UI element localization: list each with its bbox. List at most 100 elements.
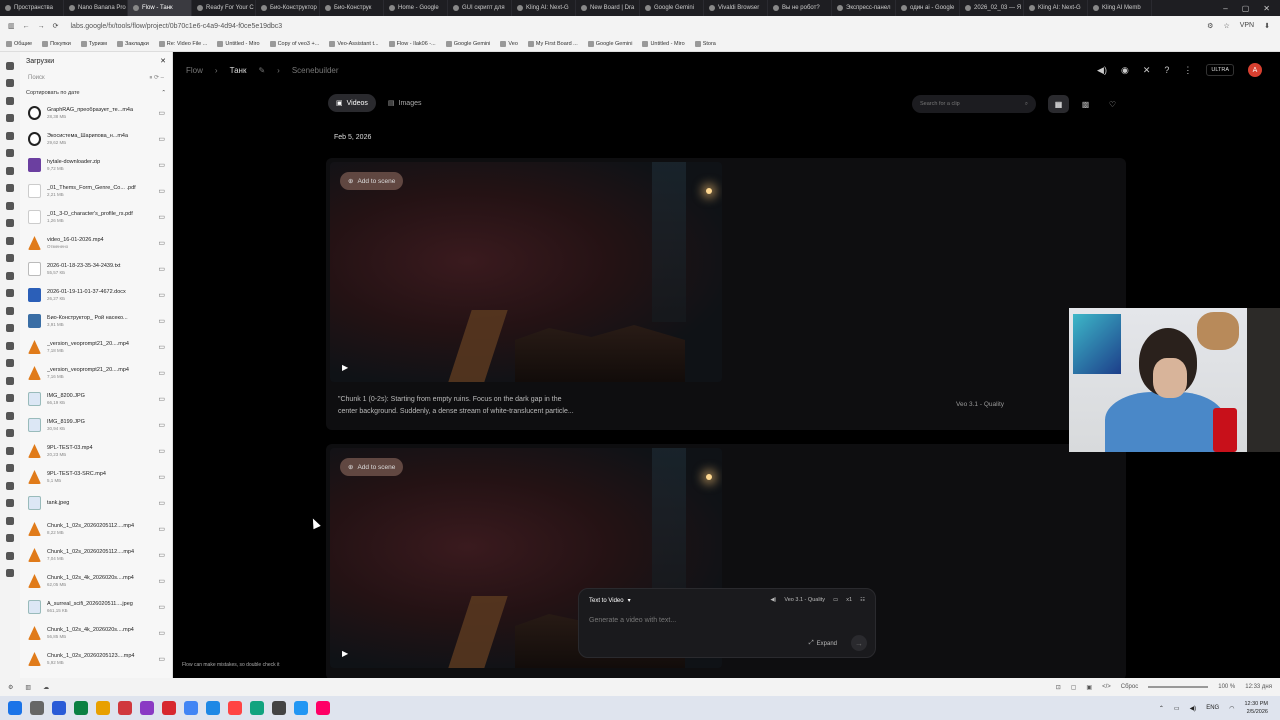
play-icon[interactable]: ▶ — [342, 649, 348, 658]
download-item[interactable]: video_16-01-2026.mp4 Отменено ▭ — [20, 230, 173, 256]
download-item[interactable]: A_surreal_scifi_2026020511....jpeg 661,15… — [20, 594, 173, 620]
sidebar-toggle-icon[interactable]: ▥ — [8, 22, 15, 30]
breadcrumb-page[interactable]: Scenebuilder — [292, 66, 339, 75]
panel-shortcut-icon[interactable] — [6, 411, 14, 420]
app-icon[interactable] — [272, 701, 286, 715]
wifi-icon[interactable]: ◠ — [1229, 705, 1234, 712]
open-folder-icon[interactable]: ▭ — [158, 291, 165, 299]
back-icon[interactable]: ← — [23, 23, 30, 30]
explorer-icon[interactable] — [96, 701, 110, 715]
clip-card[interactable]: ⊕ Add to scene ▶ "Chunk 1 (0-2s): Starti… — [326, 158, 1126, 430]
open-folder-icon[interactable]: ▭ — [158, 109, 165, 117]
panel-shortcut-icon[interactable] — [6, 131, 14, 140]
clock[interactable]: 12:30 PM 2/5/2026 — [1244, 700, 1268, 716]
browser-tab[interactable]: Kling AI Memb — [1088, 0, 1152, 16]
expand-button[interactable]: ⤢ Expand — [809, 640, 837, 647]
add-to-scene-button[interactable]: ⊕ Add to scene — [340, 172, 404, 190]
bookmark-item[interactable]: Untitled - Miro — [642, 40, 685, 47]
browser-tab[interactable]: 2026_02_03 — Я — [960, 0, 1024, 16]
extension-icon[interactable]: ⚙ — [1207, 22, 1213, 30]
download-item[interactable]: _01_3-D_character's_profile_rs.pdf 1,26 М… — [20, 204, 173, 230]
download-item[interactable]: Chunk_1_02s_20260205123....mp4 5,92 МБ ▭ — [20, 646, 173, 672]
open-folder-icon[interactable]: ▭ — [158, 655, 165, 663]
send-button[interactable]: → — [851, 635, 867, 651]
settings-icon[interactable]: ☷ — [860, 597, 865, 603]
grid-large-icon[interactable]: ▦ — [1048, 95, 1069, 113]
panel-shortcut-icon[interactable] — [6, 271, 14, 280]
panel-shortcut-icon[interactable] — [6, 201, 14, 210]
download-item[interactable]: Chunk_1_02s_4k_2026020s....mp4 62,05 МБ ▭ — [20, 568, 173, 594]
favorites-icon[interactable]: ♡ — [1102, 95, 1123, 113]
browser-tab[interactable]: Пространства — [0, 0, 64, 16]
x-icon[interactable]: ✕ — [1143, 65, 1151, 76]
model-select[interactable]: Veo 3.1 - Quality — [784, 597, 825, 603]
sort-label[interactable]: Сортировать по дате — [26, 90, 80, 96]
open-folder-icon[interactable]: ▭ — [158, 395, 165, 403]
downloads-sort[interactable]: Сортировать по дате ⌃ — [20, 86, 172, 100]
search-icon[interactable] — [30, 701, 44, 715]
panel-shortcut-icon[interactable] — [6, 289, 14, 297]
panel-shortcut-icon[interactable] — [6, 96, 14, 105]
download-item[interactable]: hytale-downloader.zip 9,72 МБ ▭ — [20, 152, 173, 178]
network-icon[interactable]: ▭ — [1174, 705, 1180, 712]
pause-icon[interactable]: ⏸ ⟳ – — [149, 74, 164, 82]
bookmark-item[interactable]: Untitled - Miro — [217, 40, 260, 47]
zoom-reset[interactable]: Сброс — [1121, 684, 1138, 690]
download-item[interactable]: Био-Конструктор_ Рой насеко... 3,91 МБ ▭ — [20, 308, 173, 334]
download-item[interactable]: _01_Thems_Form_Genre_Co... .pdf 2,21 МБ ▭ — [20, 178, 173, 204]
download-item[interactable]: Chunk_1_02s_20260205112....mp4 7,04 МБ ▭ — [20, 542, 173, 568]
discord-icon[interactable]: ◉ — [1121, 65, 1129, 76]
announcement-icon[interactable]: ◀) — [1097, 65, 1107, 76]
panel-shortcut-icon[interactable] — [6, 359, 14, 367]
bookmark-item[interactable]: Закладки — [116, 40, 149, 47]
vscode-icon[interactable] — [294, 701, 308, 715]
panel-shortcut-icon[interactable] — [6, 61, 14, 70]
speaker-icon[interactable]: ◀) — [770, 597, 776, 603]
panel-shortcut-icon[interactable] — [6, 79, 14, 87]
edge-icon[interactable] — [74, 701, 88, 715]
app-icon[interactable] — [316, 701, 330, 715]
chevron-up-icon[interactable]: ⌃ — [1159, 705, 1164, 712]
maximize-icon[interactable]: ▢ — [1242, 4, 1250, 13]
download-item[interactable]: 9PL-TEST-03-SRC.mp4 5,1 МБ ▭ — [20, 464, 173, 490]
open-folder-icon[interactable]: ▭ — [158, 343, 165, 351]
bookmark-icon[interactable]: ☆ — [1223, 22, 1229, 30]
download-item[interactable]: 9PL-TEST-03.mp4 20,23 МБ ▭ — [20, 438, 173, 464]
start-icon[interactable] — [8, 701, 22, 715]
add-to-scene-button[interactable]: ⊕ Add to scene — [340, 458, 404, 476]
reload-icon[interactable]: ⟳ — [53, 22, 59, 30]
vpn-icon[interactable]: VPN — [1240, 22, 1254, 30]
browser-tab[interactable]: Vivaldi Browser — [704, 0, 768, 16]
browser-tab[interactable]: Вы не робот? — [768, 0, 832, 16]
panel-shortcut-icon[interactable] — [6, 324, 14, 332]
browser-tab[interactable]: один ai - Google — [896, 0, 960, 16]
panel-shortcut-icon[interactable] — [6, 254, 14, 262]
video-thumbnail[interactable]: ⊕ Add to scene ▶ — [330, 162, 722, 382]
browser-tab[interactable]: Kling AI: Next-G — [512, 0, 576, 16]
open-folder-icon[interactable]: ▭ — [158, 317, 165, 325]
bookmark-item[interactable]: Google Gemini — [445, 40, 490, 47]
bookmark-item[interactable]: Veo — [500, 40, 518, 47]
bookmark-item[interactable]: Общие — [6, 40, 32, 47]
bookmark-item[interactable]: Flow - Ilak06 -... — [388, 40, 436, 47]
more-icon[interactable]: ⋮ — [1183, 65, 1192, 76]
download-item[interactable]: IMG_8199.JPG 30,94 КБ ▭ — [20, 412, 173, 438]
open-folder-icon[interactable]: ▭ — [158, 603, 165, 611]
edit-icon[interactable]: ✎ — [258, 66, 265, 75]
minimize-icon[interactable]: – — [1223, 4, 1227, 13]
cloud-icon[interactable]: ☁ — [43, 684, 49, 691]
volume-icon[interactable]: ◀) — [1190, 705, 1197, 712]
browser-tab[interactable]: Google Gemini — [640, 0, 704, 16]
open-folder-icon[interactable]: ▭ — [158, 525, 165, 533]
output-count[interactable]: x1 — [846, 597, 852, 603]
avatar[interactable]: A — [1248, 63, 1262, 77]
open-folder-icon[interactable]: ▭ — [158, 577, 165, 585]
browser-tab[interactable]: Био-Конструк — [320, 0, 384, 16]
open-folder-icon[interactable]: ▭ — [158, 265, 165, 273]
tab-videos[interactable]: ▣ Videos — [328, 94, 376, 112]
layout-icon[interactable]: ▥ — [25, 684, 31, 691]
browser-tab[interactable]: Экспресс-панел — [832, 0, 896, 16]
url-field[interactable]: labs.google/fx/tools/flow/project/0b70c1… — [67, 19, 1200, 33]
language[interactable]: ENG — [1206, 705, 1219, 711]
panel-shortcut-icon[interactable] — [6, 481, 14, 490]
